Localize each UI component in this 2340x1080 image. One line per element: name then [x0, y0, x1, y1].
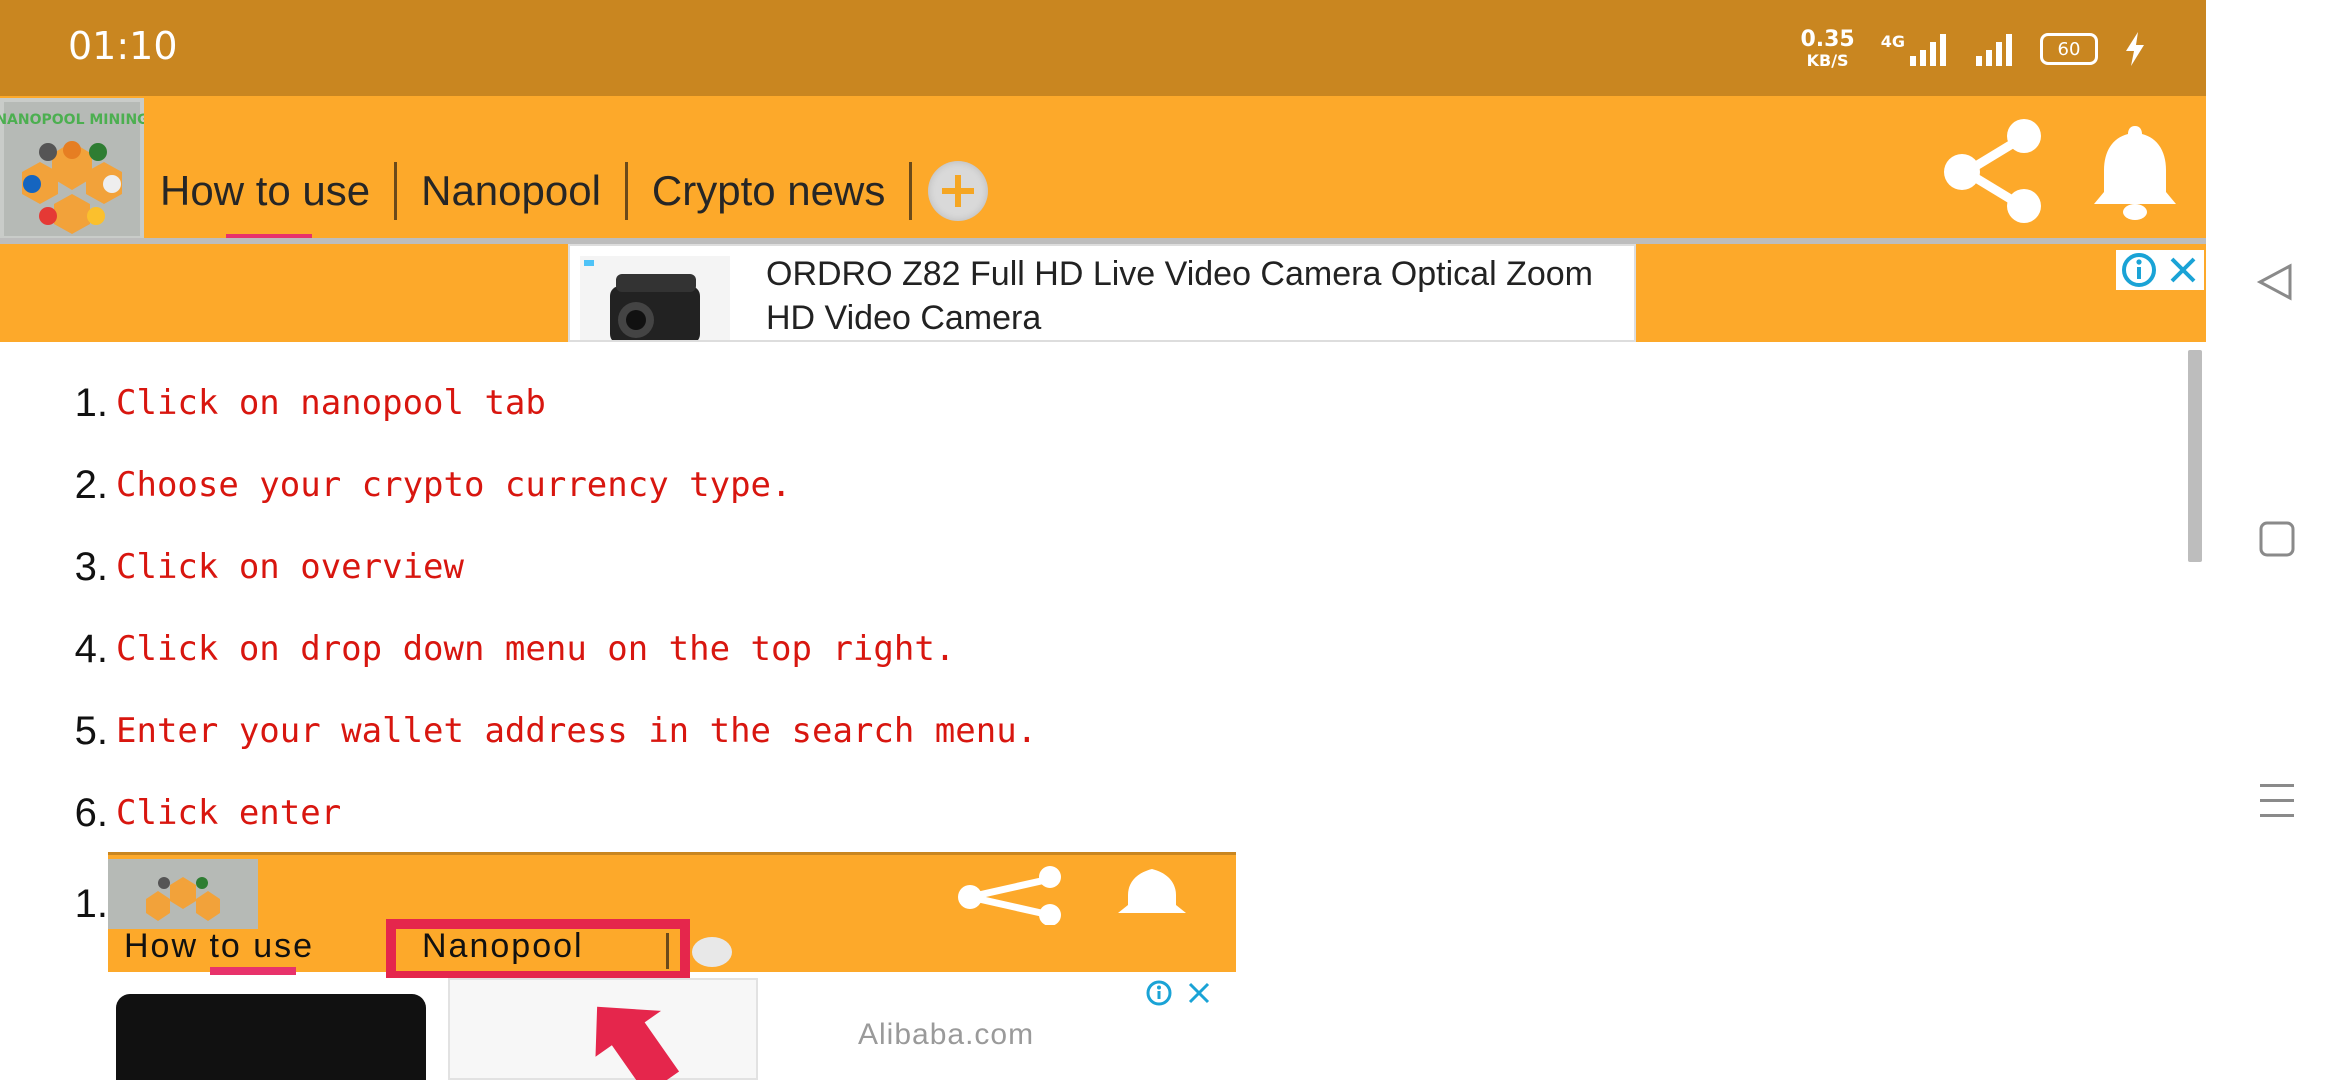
- battery-icon: 60: [2040, 33, 2098, 65]
- step-text: Click on drop down menu on the top right…: [116, 629, 956, 669]
- step-number: 1.: [74, 380, 108, 425]
- bell-icon[interactable]: [2090, 122, 2180, 222]
- tutorial-ad-router-image: [116, 994, 426, 1080]
- tutorial-ad-brand: Alibaba.com: [858, 1018, 1035, 1051]
- step-text: Click on overview: [116, 547, 464, 587]
- app-logo: NANOPOOL MINING: [0, 98, 144, 240]
- close-icon[interactable]: [2167, 254, 2199, 286]
- ad-banner: ORDRO Z82 Full HD Live Video Camera Opti…: [0, 244, 2206, 342]
- list-item: 6. Click enter: [60, 772, 1037, 854]
- share-icon[interactable]: [1938, 116, 2048, 226]
- info-icon[interactable]: [2121, 252, 2157, 288]
- add-tab-button[interactable]: [928, 161, 989, 221]
- tutorial-close-icon: [1188, 982, 1210, 1004]
- status-indicators: 0.35 KB/S 4G 60: [1800, 24, 2146, 74]
- list-item: 1. Click on nanopool tab: [60, 362, 1037, 444]
- network-speed-value: 0.35: [1800, 27, 1855, 52]
- ad-product-image: [580, 256, 730, 340]
- tutorial-app-logo: [108, 859, 258, 929]
- tutorial-app-bar: How to use Nanopool: [108, 852, 1236, 981]
- step-number: 5.: [74, 708, 108, 753]
- system-navigation-bar: [2206, 0, 2340, 1080]
- status-bar: 01:10 0.35 KB/S 4G 60: [0, 0, 2206, 96]
- back-icon[interactable]: [2256, 262, 2296, 302]
- network-type-label: 4G: [1880, 32, 1905, 51]
- highlight-box: [386, 919, 690, 981]
- app-logo-text: NANOPOOL MINING: [0, 112, 144, 128]
- tutorial-screenshot: How to use Nanopool Alibaba.com: [108, 852, 1236, 1080]
- tutorial-info-icon: [1146, 980, 1172, 1006]
- tutorial-share-icon: [958, 866, 1061, 925]
- tutorial-tab-indicator: [210, 967, 296, 975]
- network-speed-unit: KB/S: [1806, 51, 1849, 70]
- tab-how-to-use[interactable]: How to use: [160, 160, 394, 246]
- step-number: 2.: [74, 462, 108, 507]
- tab-nanopool[interactable]: Nanopool: [397, 160, 625, 222]
- list-item: 3. Click on overview: [60, 526, 1037, 608]
- scrollbar[interactable]: [2188, 350, 2202, 562]
- tutorial-tab-how-to-use: How to use: [124, 927, 315, 965]
- cellular-4g-signal-icon: 4G: [1881, 32, 1948, 66]
- step-number: 3.: [74, 544, 108, 589]
- step-text: Choose your crypto currency type.: [116, 465, 792, 505]
- tab-nanopool-label: Nanopool: [421, 167, 601, 214]
- tab-how-to-use-label: How to use: [160, 167, 371, 214]
- list-item: 2. Choose your crypto currency type.: [60, 444, 1037, 526]
- battery-level: 60: [2057, 38, 2081, 60]
- step-text: Click enter: [116, 793, 342, 833]
- list-item: 5. Enter your wallet address in the sear…: [60, 690, 1038, 772]
- step-text: Enter your wallet address in the search …: [116, 711, 1038, 751]
- status-time: 01:10: [68, 24, 178, 68]
- ad-card[interactable]: ORDRO Z82 Full HD Live Video Camera Opti…: [568, 244, 1636, 342]
- step-text: Click on nanopool tab: [116, 383, 546, 423]
- menu-icon[interactable]: [2258, 780, 2296, 820]
- ad-title: ORDRO Z82 Full HD Live Video Camera Opti…: [766, 255, 1593, 337]
- pointer-arrow-icon: [595, 1006, 680, 1080]
- tab-bar: How to use Nanopool Crypto news: [160, 156, 989, 246]
- tab-crypto-news-label: Crypto news: [651, 167, 886, 214]
- charging-bolt-icon: [2126, 32, 2144, 66]
- cellular-signal-icon: [1976, 34, 2012, 66]
- home-square-icon[interactable]: [2258, 520, 2296, 558]
- tutorial-ad-controls: [1144, 978, 1234, 1008]
- step-number: 6.: [74, 790, 108, 835]
- tab-crypto-news[interactable]: Crypto news: [628, 160, 909, 222]
- tutorial-bell-icon: [1118, 869, 1186, 913]
- plus-icon: [942, 175, 975, 207]
- ad-controls: [2116, 250, 2204, 290]
- tab-divider: [909, 162, 913, 220]
- network-speed: 0.35 KB/S: [1800, 29, 1854, 69]
- steps-list: 1. Click on nanopool tab 2. Choose your …: [60, 362, 1038, 854]
- app-bar: NANOPOOL MINING How to use Nanopool Cryp…: [0, 96, 2206, 246]
- tutorial-plus-icon: [692, 937, 732, 967]
- instructions-content: 1. Click on nanopool tab 2. Choose your …: [0, 342, 2206, 1080]
- list-item: 4. Click on drop down menu on the top ri…: [60, 608, 1037, 690]
- step-number: 4.: [74, 626, 108, 671]
